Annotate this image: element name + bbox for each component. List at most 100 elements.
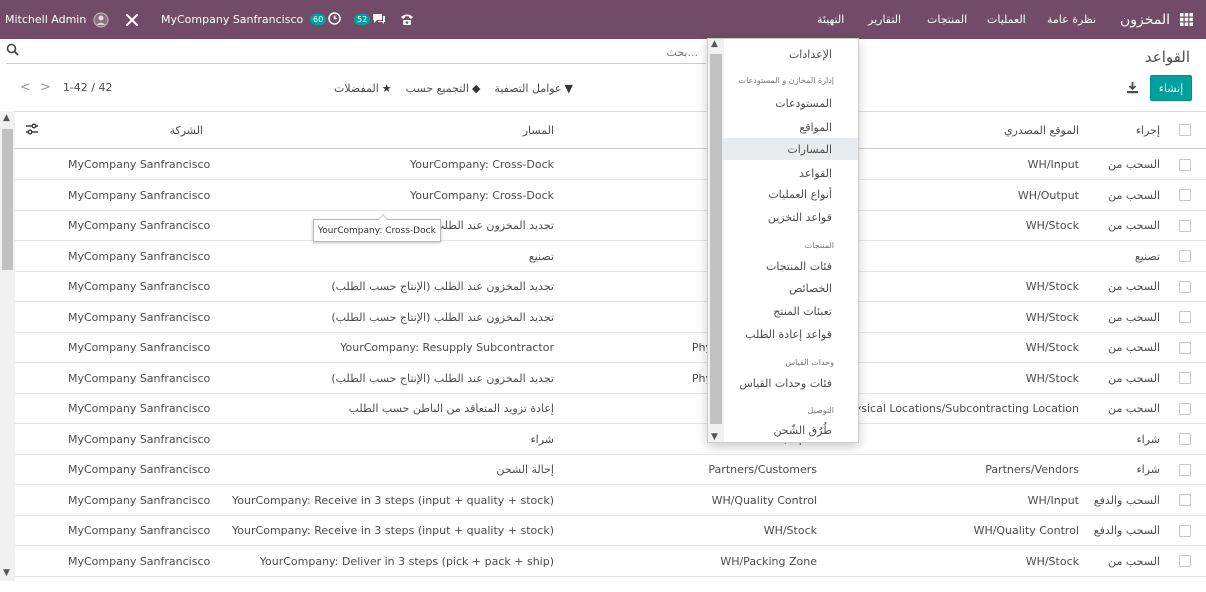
clock-icon (328, 11, 341, 28)
search-input[interactable] (18, 43, 698, 61)
scroll-down-icon[interactable]: ▼ (3, 568, 10, 578)
row-checkbox[interactable] (1179, 333, 1192, 362)
create-button[interactable]: إنشاء (1150, 75, 1192, 101)
column-header-route[interactable]: المسار (523, 112, 554, 148)
favorites-toggle[interactable]: ★ المفضلات (334, 82, 392, 95)
debug-tools-icon[interactable] (124, 0, 140, 39)
table-row[interactable]: السحب منWH/StockVirtualتجديد المخزون عند… (0, 272, 1206, 302)
app-name[interactable]: المخزون (1120, 0, 1170, 39)
table-row[interactable]: السحب من WH/Stock تجديد المخزون عند الطلب … (0, 211, 1206, 241)
menu-item-shipping-methods[interactable]: طُرُق الشّحن (722, 419, 858, 441)
column-header-source[interactable]: الموقع المصدري (1004, 112, 1079, 148)
row-checkbox[interactable] (1179, 364, 1192, 393)
menu-configuration[interactable]: التهيئة (817, 0, 844, 39)
row-checkbox[interactable] (1179, 425, 1192, 454)
menu-overview[interactable]: نظرة عامة (1047, 0, 1096, 39)
row-checkbox[interactable] (1179, 150, 1192, 179)
avatar[interactable] (93, 0, 109, 39)
table-row[interactable]: السحب منWH/StockPhysical Locations/SubYo… (0, 333, 1206, 363)
cell-route: إعادة تزويد المتعاقد من الباطن حسب الطلب (348, 402, 554, 415)
column-header-action[interactable]: إجراء (1136, 112, 1160, 148)
cell-company: MyCompany Sanfrancisco (68, 371, 211, 385)
cell-route: YourCompany: Receive in 3 steps (input +… (232, 524, 554, 537)
cell-source-location: WH/Stock (1025, 310, 1079, 324)
menu-reporting[interactable]: التقارير (868, 0, 901, 39)
row-checkbox[interactable] (1179, 303, 1192, 332)
optional-columns-icon[interactable] (25, 123, 39, 137)
table-row[interactable]: السحب من WH/Input YourCompany: Cross-Dock M… (0, 150, 1206, 180)
row-checkbox[interactable] (1179, 486, 1192, 515)
table-row[interactable]: تصنيع تصنيع MyCompany Sanfrancisco (0, 242, 1206, 272)
menu-products[interactable]: المنتجات (927, 0, 967, 39)
cell-route: تجديد المخزون عند الطلب (الإنتاج حسب الط… (331, 280, 554, 293)
search-bar (6, 40, 706, 64)
table-row[interactable]: السحب والدفع WH/Quality Control WH/Stock Yo… (0, 516, 1206, 546)
cell-route: إحالة الشحن (496, 463, 554, 476)
menu-section-delivery: التوصيل (807, 405, 834, 415)
row-checkbox[interactable] (1179, 394, 1192, 423)
company-switcher[interactable]: MyCompany Sanfrancisco (161, 0, 303, 39)
table-row[interactable]: السحب من WH/Stock تجديد المخزون عند الطلب … (0, 303, 1206, 333)
dropdown-scroll-down-icon[interactable]: ▼ (711, 432, 718, 442)
cell-action: تصنيع (1134, 249, 1160, 263)
menu-operations[interactable]: العمليات (987, 0, 1026, 39)
cell-destination-location: WH/Stock (763, 524, 817, 537)
dropdown-scroll-up-icon[interactable]: ▲ (711, 39, 718, 49)
menu-section-uom: وحدات القياس (785, 357, 834, 367)
table-row[interactable]: شراءWH/InputشراءMyCompany Sanfrancisco (0, 425, 1206, 455)
menu-item-locations[interactable]: المواقع (722, 116, 858, 138)
groupby-toggle[interactable]: ◆ التجميع حسب (406, 82, 481, 95)
cell-route: YourCompany: Cross-Dock (410, 158, 554, 171)
row-checkbox[interactable] (1179, 516, 1192, 545)
favorites-label: المفضلات (334, 81, 379, 95)
cell-company: MyCompany Sanfrancisco (68, 158, 211, 171)
pager-next-icon[interactable]: > (40, 80, 51, 95)
row-checkbox[interactable] (1179, 272, 1192, 301)
menu-item-settings[interactable]: الإعدادات (722, 43, 858, 65)
column-header-company[interactable]: الشركة (170, 112, 203, 148)
menu-item-operation-types[interactable]: أنواع العمليات (722, 183, 858, 205)
filter-icon: ▼ (564, 81, 573, 95)
table-row[interactable]: السحب من WH/Stock WH/Packing Zone YourCompa… (0, 547, 1206, 577)
scroll-up-icon[interactable]: ▲ (3, 113, 10, 123)
table-row[interactable]: شراء Partners/Vendors Partners/Customers إح… (0, 455, 1206, 485)
pager-previous-icon[interactable]: < (20, 80, 31, 95)
filters-toggle[interactable]: ▼ عوامل التصفية (494, 82, 573, 95)
pager-value[interactable]: 1-42 / 42 (63, 81, 113, 94)
select-all-checkbox[interactable] (1179, 112, 1192, 148)
download-icon[interactable] (1126, 81, 1140, 95)
table-row[interactable]: السحب من WH/Output YourCompany: Cross-Dock… (0, 181, 1206, 211)
cell-route: YourCompany: Cross-Dock (410, 188, 554, 202)
row-checkbox[interactable] (1179, 211, 1192, 240)
phone-icon[interactable] (400, 0, 414, 39)
list-scrollbar[interactable]: ▲ ▼ (0, 111, 15, 581)
activity-menu[interactable]: 60 (310, 0, 341, 39)
dropdown-scrollbar-thumb[interactable] (710, 54, 722, 424)
row-checkbox[interactable] (1179, 547, 1192, 576)
apps-menu-icon[interactable] (1180, 0, 1193, 39)
messaging-menu[interactable]: 52 (354, 0, 386, 39)
cell-company: MyCompany Sanfrancisco (68, 188, 211, 202)
scrollbar-thumb[interactable] (2, 129, 13, 270)
menu-item-reordering-rules[interactable]: قواعد إعادة الطلب (722, 323, 858, 345)
menu-item-rules[interactable]: القواعد (722, 162, 858, 184)
menu-item-warehouses[interactable]: المستودعات (722, 92, 858, 114)
row-checkbox[interactable] (1179, 181, 1192, 210)
user-name[interactable]: Mitchell Admin (5, 0, 86, 39)
menu-item-packagings[interactable]: تعبئات المنتج (722, 300, 858, 322)
cell-source-location: WH/Input (1027, 493, 1079, 507)
chat-icon (372, 12, 386, 28)
menu-item-routes[interactable]: المسارات (722, 138, 858, 160)
row-checkbox[interactable] (1179, 455, 1192, 484)
table-row[interactable]: السحب من Physical Locations/Subcontractin… (0, 394, 1206, 424)
row-checkbox[interactable] (1179, 242, 1192, 271)
table-row[interactable]: السحب منWH/StockPhysical Locations/Subتج… (0, 364, 1206, 394)
menu-item-uom-categories[interactable]: فئات وحدات القياس (722, 372, 858, 394)
menu-item-putaway-rules[interactable]: قواعد التخزين (722, 206, 858, 228)
menu-item-attributes[interactable]: الخصائص (722, 277, 858, 299)
table-row[interactable]: السحب والدفع WH/Input WH/Quality Control Yo… (0, 486, 1206, 516)
cell-route: YourCompany: Resupply Subcontractor (340, 341, 554, 354)
top-navbar: المخزون نظرة عامة العمليات المنتجات التق… (0, 0, 1206, 39)
menu-item-product-categories[interactable]: فئات المنتجات (722, 255, 858, 277)
cell-action: شراء (1136, 432, 1160, 446)
